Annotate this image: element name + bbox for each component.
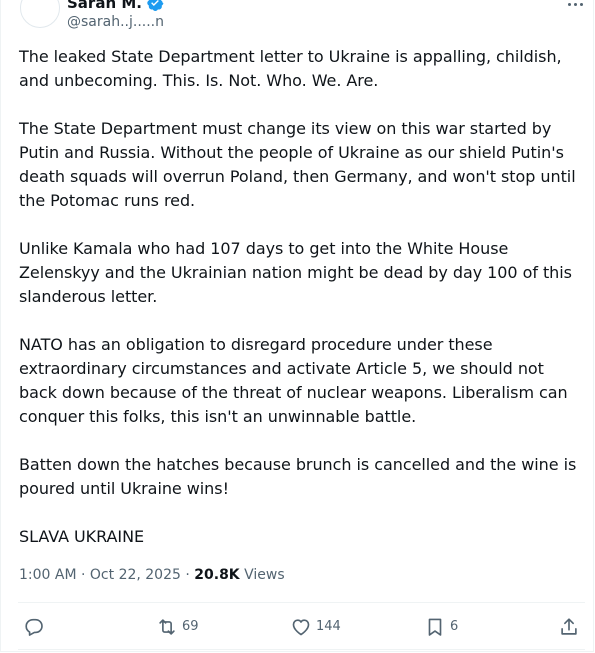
tweet-paragraph: NATO has an obligation to disregard proc… xyxy=(19,335,573,426)
ukraine-flag-icon xyxy=(151,529,171,543)
tweet-paragraph: The State Department must change its vie… xyxy=(19,119,581,210)
repost-button[interactable]: 69 xyxy=(156,613,199,641)
tweet-paragraph: Batten down the hatches because brunch i… xyxy=(19,455,582,498)
like-count: 144 xyxy=(316,619,341,634)
divider xyxy=(18,649,585,650)
views-count[interactable]: 20.8K xyxy=(194,567,239,583)
meta-separator: · xyxy=(81,567,86,583)
views-label: Views xyxy=(244,567,285,583)
tweet-date[interactable]: Oct 22, 2025 xyxy=(90,567,181,583)
reply-icon xyxy=(25,618,43,636)
tweet-closing-line: SLAVA UKRAINE xyxy=(19,525,584,549)
author-display-name[interactable]: Sarah M. xyxy=(67,0,142,12)
divider xyxy=(18,602,585,603)
verified-badge-icon xyxy=(146,0,164,12)
repost-count: 69 xyxy=(182,619,199,634)
tweet-body: The leaked State Department letter to Uk… xyxy=(19,45,584,573)
like-button[interactable]: 144 xyxy=(290,613,341,641)
tweet-time[interactable]: 1:00 AM xyxy=(19,567,77,583)
tweet-closing-text: SLAVA UKRAINE xyxy=(19,527,145,546)
tweet-paragraph: Unlike Kamala who had 107 days to get in… xyxy=(19,239,577,306)
repost-icon xyxy=(159,619,175,635)
author-handle[interactable]: @sarah..j.....n xyxy=(67,13,164,31)
share-button[interactable] xyxy=(558,613,584,641)
meta-separator: · xyxy=(185,567,190,583)
ellipsis-icon[interactable] xyxy=(565,0,585,6)
bookmark-button[interactable]: 6 xyxy=(424,613,458,641)
action-bar: 69 144 6 xyxy=(1,613,595,641)
avatar[interactable] xyxy=(20,0,60,28)
author-name-row: Sarah M. xyxy=(67,0,164,12)
share-icon xyxy=(561,618,577,635)
tweet-card: Sarah M. @sarah..j.....n The leaked Stat… xyxy=(0,0,594,652)
tweet-paragraph: The leaked State Department letter to Uk… xyxy=(19,47,567,90)
bookmark-count: 6 xyxy=(450,619,459,634)
bookmark-icon xyxy=(428,618,442,636)
reply-button[interactable] xyxy=(23,613,49,641)
heart-icon xyxy=(292,619,310,636)
tweet-meta: 1:00 AM · Oct 22, 2025 · 20.8K Views xyxy=(19,565,285,585)
